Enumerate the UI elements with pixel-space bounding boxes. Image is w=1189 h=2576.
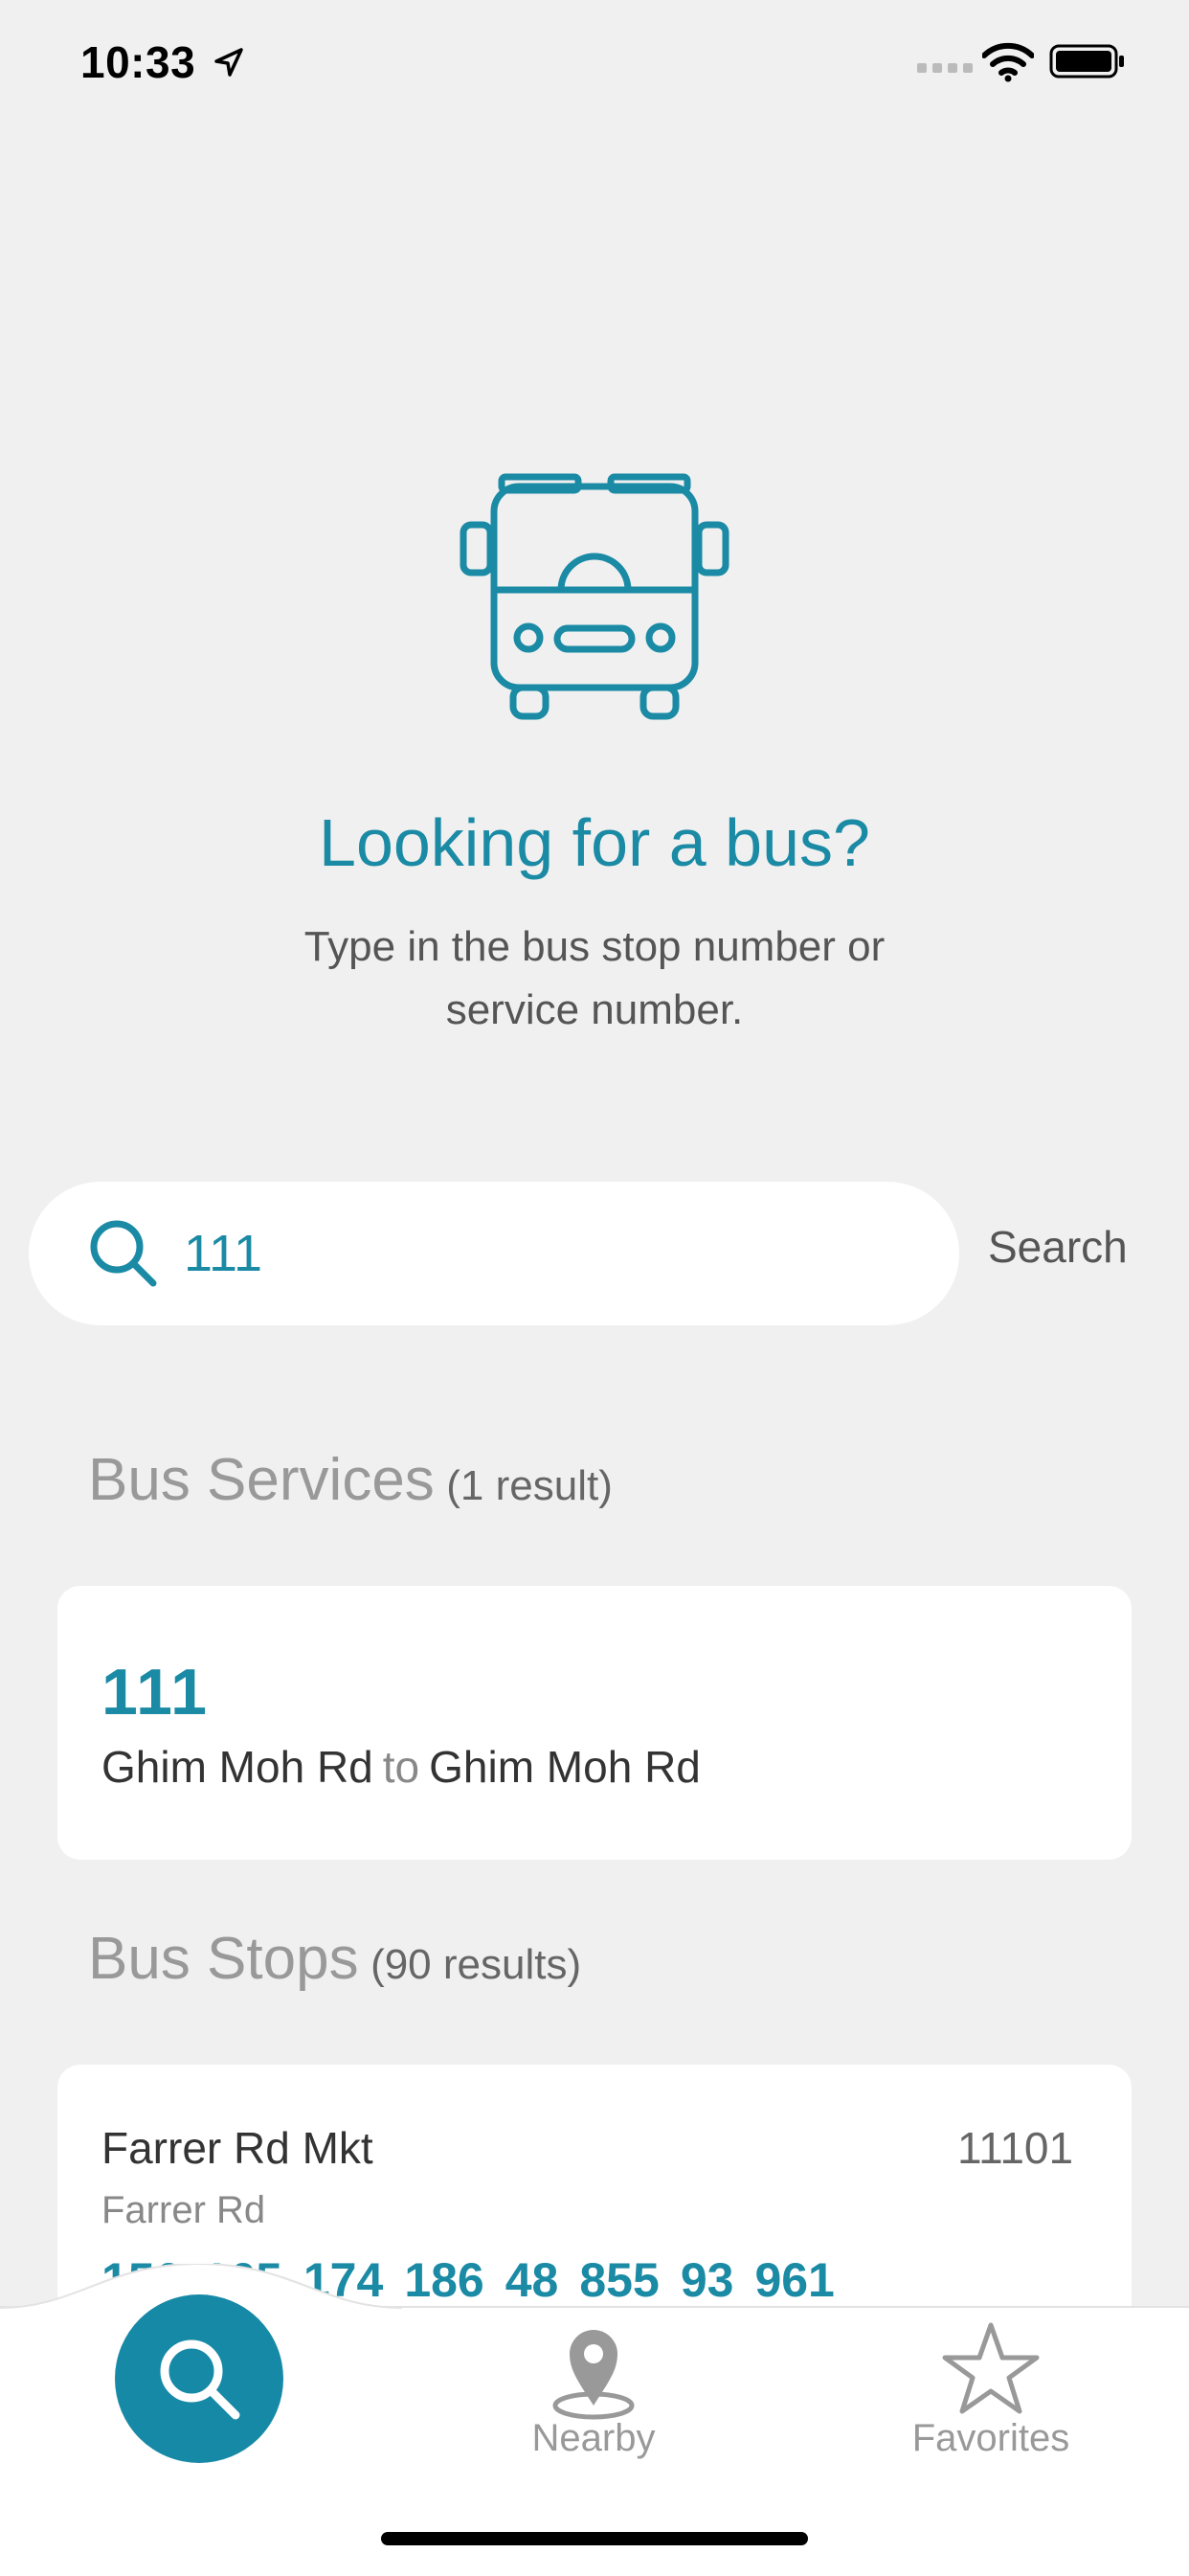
tab-favorites-label: Favorites [911, 2417, 1070, 2459]
bus-icon [460, 473, 729, 720]
service-chip[interactable]: 961 [754, 2253, 834, 2307]
bus-services-count: (1 result) [446, 1462, 613, 1509]
search-input-value[interactable]: 111 [184, 1220, 262, 1287]
location-pin-icon [552, 2330, 635, 2420]
search-button[interactable]: Search [988, 1216, 1128, 1277]
status-time: 10:33 [80, 37, 196, 87]
service-chip[interactable]: 93 [681, 2253, 734, 2307]
tab-nearby-label: Nearby [531, 2417, 656, 2459]
bus-stops-title: Bus Stops [88, 1926, 359, 1992]
bus-services-title: Bus Services [88, 1447, 435, 1513]
search-icon [90, 1220, 157, 1287]
bus-stop-code: 11101 [957, 2123, 1074, 2173]
bus-stop-road: Farrer Rd [101, 2189, 266, 2231]
service-chip[interactable]: 48 [505, 2253, 559, 2307]
hero-subtitle-line2: service number. [445, 986, 744, 1033]
bus-service-route: Ghim Moh Rd to Ghim Moh Rd [101, 1741, 701, 1793]
bus-stops-count: (90 results) [370, 1941, 582, 1988]
star-icon [942, 2322, 1040, 2414]
hero-subtitle: Type in the bus stop number or service n… [212, 915, 977, 1042]
route-to-label: to [382, 1742, 420, 1792]
home-indicator[interactable] [381, 2532, 808, 2545]
location-arrow-icon [214, 48, 243, 77]
cellular-signal-icon [917, 63, 973, 73]
bus-stop-name[interactable]: Farrer Rd Mkt [101, 2122, 373, 2174]
bus-service-number[interactable]: 111 [101, 1655, 209, 1729]
tab-search[interactable] [115, 2294, 283, 2463]
search-input[interactable] [29, 1182, 959, 1325]
tab-favorites[interactable]: Favorites [881, 2317, 1101, 2460]
route-to: Ghim Moh Rd [429, 1742, 701, 1792]
route-from: Ghim Moh Rd [101, 1742, 373, 1792]
service-chip[interactable]: 855 [579, 2253, 659, 2307]
wifi-icon [982, 42, 1034, 82]
bus-service-card[interactable] [57, 1586, 1132, 1860]
hero-title: Looking for a bus? [319, 805, 870, 880]
bus-services-header: Bus Services (1 result) [88, 1446, 613, 1514]
tab-nearby[interactable]: Nearby [498, 2317, 689, 2460]
bus-stops-header: Bus Stops (90 results) [88, 1925, 581, 1993]
hero-subtitle-line1: Type in the bus stop number or [303, 923, 886, 970]
search-icon [160, 2339, 240, 2420]
battery-icon [1049, 44, 1124, 79]
